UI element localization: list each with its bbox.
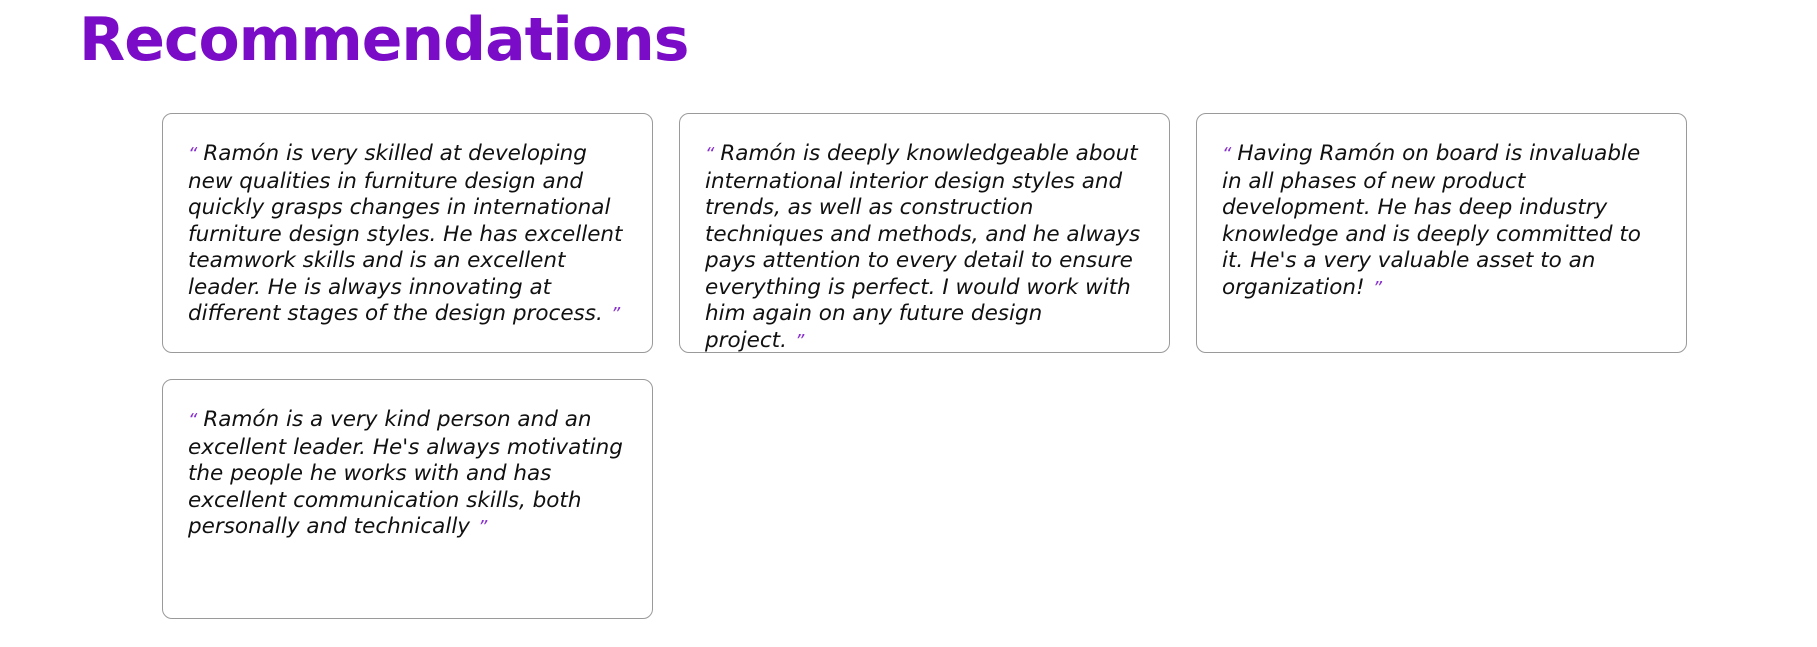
open-quote-icon: “ bbox=[188, 410, 198, 431]
recommendation-quote: “Ramón is a very kind person and an exce… bbox=[188, 407, 628, 542]
close-quote-icon: ” bbox=[794, 330, 805, 352]
recommendation-card: “Ramón is deeply knowledgeable about int… bbox=[679, 113, 1170, 353]
recommendation-text: Ramón is very skilled at developing new … bbox=[188, 141, 623, 326]
section-title: Recommendations bbox=[79, 5, 689, 75]
recommendation-card: “Ramón is a very kind person and an exce… bbox=[162, 379, 653, 619]
close-quote-icon: ” bbox=[610, 304, 621, 325]
recommendations-grid: “Ramón is very skilled at developing new… bbox=[162, 113, 1687, 619]
recommendation-quote: “Ramón is very skilled at developing new… bbox=[188, 141, 628, 329]
recommendation-quote: “Ramón is deeply knowledgeable about int… bbox=[705, 141, 1145, 353]
open-quote-icon: “ bbox=[188, 144, 198, 165]
recommendations-section: Recommendations “Ramón is very skilled a… bbox=[0, 0, 1817, 647]
recommendation-quote: “Having Ramón on board is invaluable in … bbox=[1222, 141, 1662, 302]
recommendation-text: Having Ramón on board is invaluable in a… bbox=[1222, 141, 1641, 300]
open-quote-icon: “ bbox=[705, 144, 715, 165]
recommendation-card: “Ramón is very skilled at developing new… bbox=[162, 113, 653, 353]
recommendation-text: Ramón is deeply knowledgeable about inte… bbox=[705, 141, 1141, 353]
recommendation-card: “Having Ramón on board is invaluable in … bbox=[1196, 113, 1687, 353]
close-quote-icon: ” bbox=[478, 517, 488, 538]
open-quote-icon: “ bbox=[1222, 144, 1232, 165]
close-quote-icon: ” bbox=[1372, 277, 1383, 299]
recommendation-text: Ramón is a very kind person and an excel… bbox=[188, 407, 623, 539]
